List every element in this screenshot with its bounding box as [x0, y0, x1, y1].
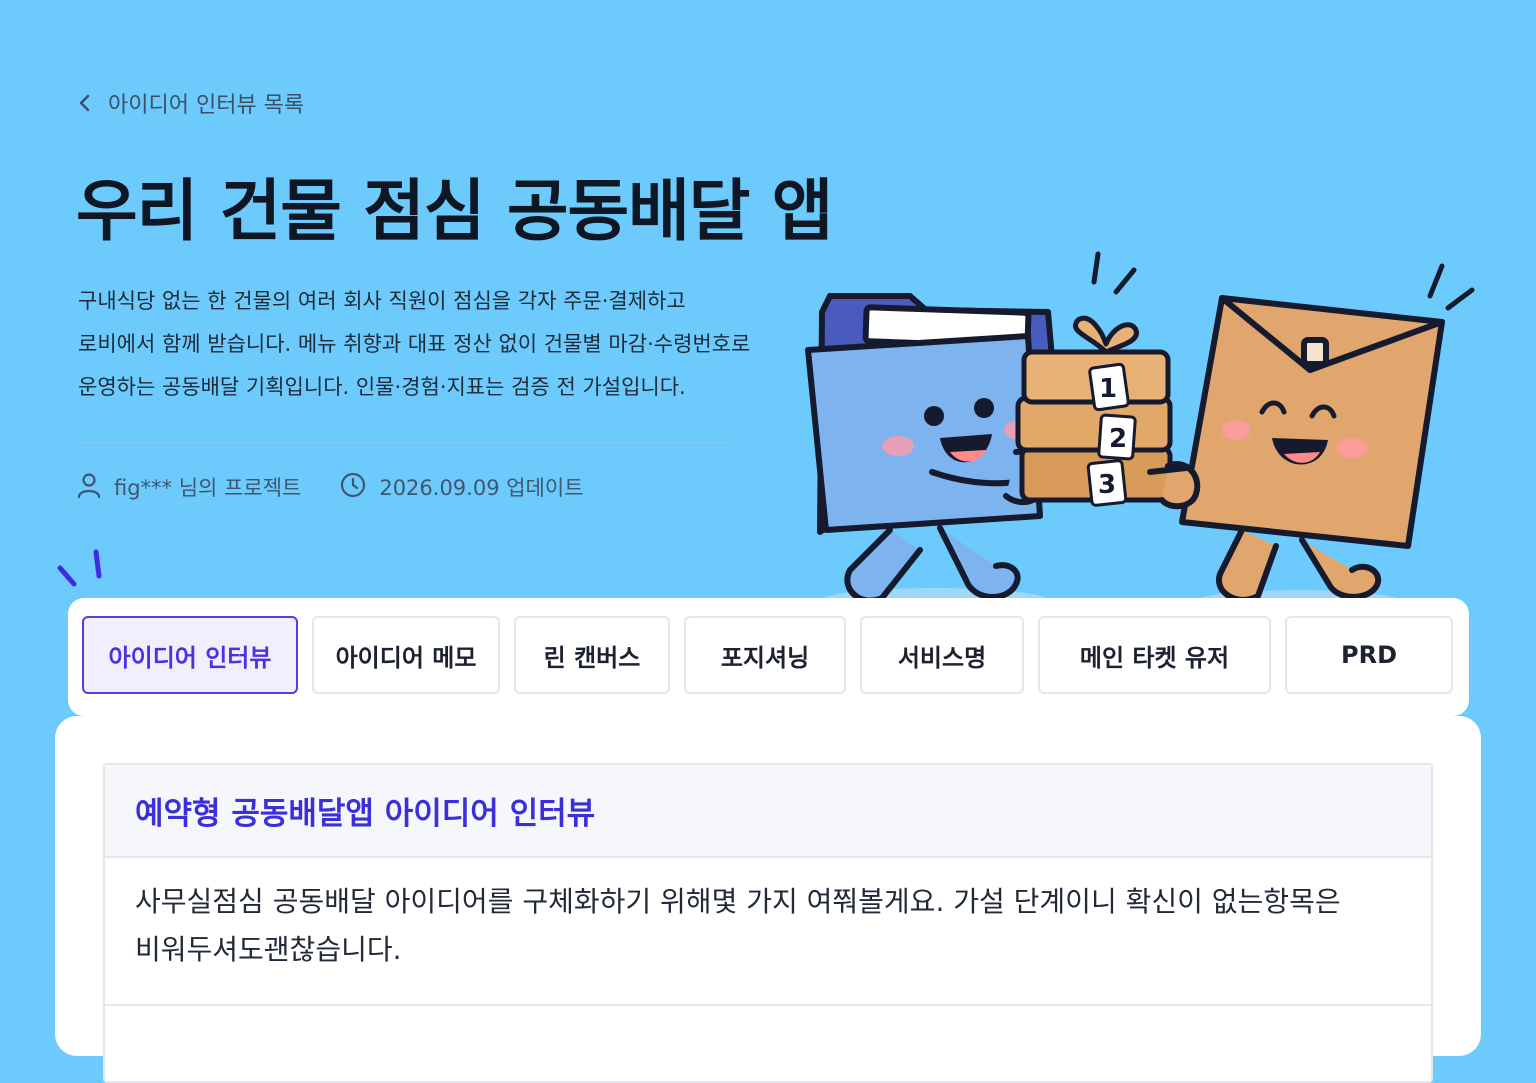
mascot-illustration: 1 2 3: [805, 251, 1475, 614]
sparkle-icon: [1091, 251, 1475, 311]
chevron-left-icon: [76, 93, 94, 113]
description-line: 구내식당 없는 한 건물의 여러 회사 직원이 점심을 각자 주문·결제하고: [78, 289, 686, 313]
tab-service-name[interactable]: 서비스명: [860, 616, 1024, 694]
box-label-3: 3: [1098, 470, 1116, 500]
content-card: 예약형 공동배달앱 아이디어 인터뷰 사무실점심 공동배달 아이디어를 구체화하…: [55, 716, 1481, 1083]
page-title: 우리 건물 점심 공동배달 앱: [76, 172, 833, 250]
tab-lean-canvas[interactable]: 린 캔버스: [514, 616, 670, 694]
back-link-label: 아이디어 인터뷰 목록: [108, 93, 305, 118]
project-description: 구내식당 없는 한 건물의 여러 회사 직원이 점심을 각자 주문·결제하고 로…: [78, 280, 818, 409]
tab-positioning[interactable]: 포지셔닝: [684, 616, 846, 694]
owner-label: fig*** 님의 프로젝트: [114, 476, 302, 500]
tab-bar: 아이디어 인터뷰 아이디어 메모 린 캔버스 포지셔닝 서비스명 메인 타켓 유…: [68, 598, 1469, 716]
intro-line: 비워두셔도괜찮습니다.: [135, 933, 402, 966]
clock-icon: [339, 471, 367, 504]
panel-header: 예약형 공동배달앱 아이디어 인터뷰: [105, 765, 1431, 858]
meta-row: fig*** 님의 프로젝트 2026.09.09 업데이트: [76, 470, 584, 504]
tab-idea-memo[interactable]: 아이디어 메모: [312, 616, 500, 694]
tab-main-target-user[interactable]: 메인 타켓 유저: [1038, 616, 1271, 694]
tab-prd[interactable]: PRD: [1285, 616, 1453, 694]
tab-idea-interview[interactable]: 아이디어 인터뷰: [82, 616, 298, 694]
header-divider: [78, 442, 732, 444]
interview-panel: 예약형 공동배달앱 아이디어 인터뷰 사무실점심 공동배달 아이디어를 구체화하…: [103, 763, 1433, 1083]
back-link[interactable]: 아이디어 인터뷰 목록: [76, 86, 304, 120]
box-label-2: 2: [1109, 424, 1127, 454]
panel-intro: 사무실점심 공동배달 아이디어를 구체화하기 위해몇 가지 여쭤볼게요. 가설 …: [105, 858, 1431, 1006]
user-icon: [76, 471, 102, 504]
description-line: 운영하는 공동배달 기획입니다. 인물·경험·지표는 검증 전 가설입니다.: [78, 375, 686, 399]
updated-label: 2026.09.09 업데이트: [379, 476, 584, 500]
description-line: 로비에서 함께 받습니다. 메뉴 취향과 대표 정산 없이 건물별 마감·수령번…: [78, 332, 751, 356]
intro-line: 사무실점심 공동배달 아이디어를 구체화하기 위해몇 가지 여쭤볼게요. 가설 …: [135, 885, 1341, 918]
panel-title: 예약형 공동배달앱 아이디어 인터뷰: [135, 796, 596, 832]
owner-meta: fig*** 님의 프로젝트: [76, 471, 301, 504]
updated-meta: 2026.09.09 업데이트: [339, 471, 584, 504]
sparkle-icon: [57, 549, 102, 587]
folder-character: [805, 293, 1055, 604]
box-label-1: 1: [1099, 374, 1117, 404]
